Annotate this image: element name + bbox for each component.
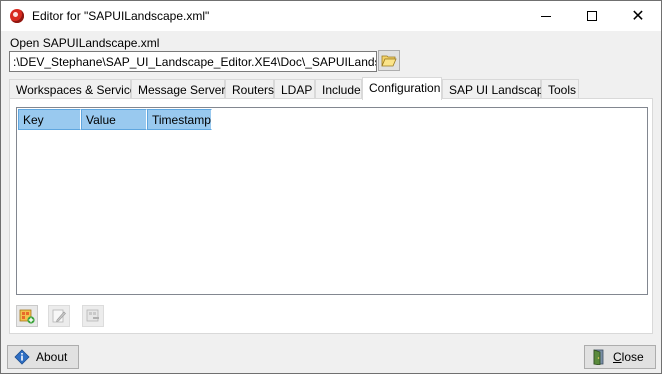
tab-label: Routers	[232, 83, 275, 97]
delete-icon	[86, 309, 99, 322]
close-icon: ✕	[631, 6, 645, 25]
tab-ldap[interactable]: LDAP	[274, 79, 315, 99]
column-header-timestamp[interactable]: Timestamp	[147, 109, 212, 130]
sap-logo-icon	[10, 9, 24, 23]
tab-message-servers[interactable]: Message Servers	[131, 79, 231, 99]
title-bar[interactable]: Editor for "SAPUILandscape.xml" ✕	[1, 1, 661, 31]
tab-sap-ui-landscape[interactable]: SAP UI Landscape	[442, 79, 550, 99]
close-button[interactable]: Close	[584, 345, 656, 369]
editor-window: Editor for "SAPUILandscape.xml" ✕ Open S…	[0, 0, 662, 374]
add-entry-button[interactable]	[16, 305, 38, 327]
file-path-field[interactable]: :\DEV_Stephane\SAP_UI_Landscape_Editor.X…	[9, 51, 377, 72]
close-label: Close	[613, 350, 644, 364]
tab-label: LDAP	[281, 83, 313, 97]
exit-door-icon	[593, 349, 604, 365]
column-header-value[interactable]: Value	[81, 109, 147, 130]
configuration-panel: Key Value Timestamp	[9, 98, 653, 334]
tab-label: Workspaces & Services	[16, 83, 143, 97]
edit-icon	[52, 309, 66, 323]
folder-open-icon	[381, 55, 397, 66]
delete-entry-button[interactable]	[82, 305, 104, 327]
add-entry-icon	[19, 309, 35, 324]
tab-routers[interactable]: Routers	[225, 79, 274, 99]
about-button[interactable]: About	[7, 345, 79, 369]
open-file-label: Open SAPUILandscape.xml	[10, 36, 160, 50]
tab-workspaces-services[interactable]: Workspaces & Services	[9, 79, 143, 99]
tab-label: Message Servers	[138, 83, 232, 97]
maximize-button[interactable]	[569, 1, 615, 31]
tab-label: SAP UI Landscape	[449, 83, 551, 97]
edit-entry-button[interactable]	[48, 305, 70, 327]
window-title: Editor for "SAPUILandscape.xml"	[32, 9, 210, 23]
table-header: Key Value Timestamp	[18, 109, 212, 130]
close-window-button[interactable]: ✕	[615, 1, 661, 31]
maximize-icon	[587, 11, 597, 21]
info-icon	[14, 349, 30, 365]
browse-button[interactable]	[378, 50, 400, 71]
tab-tools[interactable]: Tools	[541, 79, 579, 99]
column-header-key[interactable]: Key	[18, 109, 81, 130]
tab-label: Include	[322, 83, 361, 97]
configuration-table[interactable]: Key Value Timestamp	[16, 107, 648, 295]
minimize-button[interactable]	[523, 1, 569, 31]
tab-label: Configuration	[369, 81, 441, 95]
minimize-icon	[541, 16, 551, 17]
tab-include[interactable]: Include	[315, 79, 362, 99]
tab-configuration[interactable]: Configuration	[362, 77, 442, 100]
tab-label: Tools	[548, 83, 577, 97]
about-label: About	[36, 350, 68, 364]
